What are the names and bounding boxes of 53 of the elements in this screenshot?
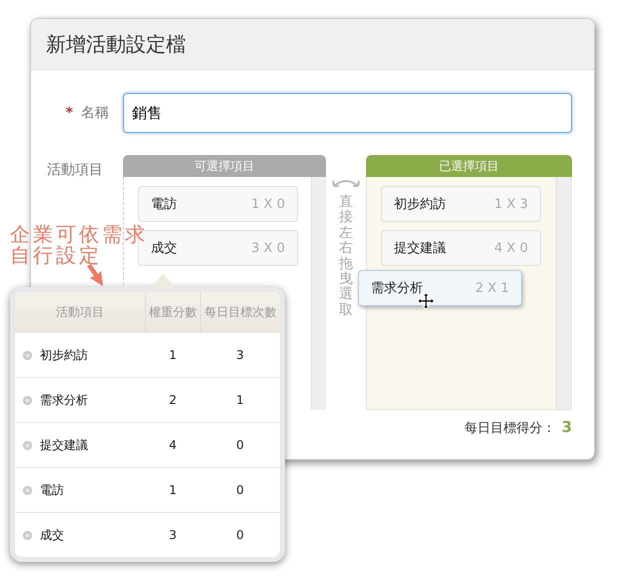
field-label: 名稱	[81, 104, 109, 122]
activity-score: 2 X 1	[475, 280, 509, 296]
table-cell: 1	[200, 378, 280, 422]
table-cell: 0	[200, 468, 280, 512]
activity-score: 3 X 0	[251, 240, 285, 256]
activity-name: 成交	[151, 240, 177, 257]
activity-name: 提交建議	[40, 438, 88, 452]
score-value: 3	[562, 418, 572, 436]
table-cell: 2	[146, 378, 200, 422]
dialog-title: 新增活動設定檔	[46, 30, 186, 58]
table-cell: 3	[200, 332, 280, 378]
column-header: 每日目標次數	[200, 292, 280, 332]
activity-score: 4 X 0	[494, 240, 528, 256]
table-cell: 0	[200, 512, 280, 557]
column-header: 活動項目	[15, 292, 146, 332]
table-cell: 1	[146, 468, 200, 512]
table-cell: 0	[200, 422, 280, 468]
field-label: 活動項目	[47, 162, 103, 178]
table-cell: 1	[146, 332, 200, 378]
down-arrow-icon	[86, 264, 106, 288]
column-header: 權重分數	[146, 292, 200, 332]
bullet-icon	[23, 530, 32, 540]
activity-name: 電訪	[40, 482, 64, 496]
bullet-icon	[23, 440, 32, 450]
panel-title: 可選擇項目	[194, 158, 254, 174]
activity-card[interactable]: 提交建議 4 X 0	[381, 230, 541, 266]
activity-score: 1 X 3	[494, 196, 528, 212]
activity-name: 初步約訪	[40, 348, 88, 362]
activity-name: 需求分析	[40, 392, 88, 406]
panel-title: 已選擇項目	[439, 158, 499, 174]
activity-name: 電訪	[151, 196, 177, 213]
name-input-field[interactable]: 銷售	[123, 93, 572, 133]
curved-arrow-icon	[331, 177, 361, 189]
activity-card[interactable]: 初步約訪 1 X 3	[381, 186, 541, 222]
activity-name: 需求分析	[371, 280, 423, 297]
annotation-text: 自行設定	[10, 245, 103, 266]
activity-name: 提交建議	[394, 240, 446, 257]
required-mark: *	[66, 105, 73, 121]
drag-hint: 直接左右拖曳選取	[339, 195, 353, 318]
score-label: 每日目標得分：	[464, 420, 556, 437]
scrollbar[interactable]	[311, 177, 326, 410]
table-cell: 3	[146, 512, 200, 557]
scrollbar[interactable]	[556, 177, 571, 409]
bullet-icon	[23, 350, 32, 360]
activity-name: 初步約訪	[394, 196, 446, 213]
bullet-icon	[23, 396, 32, 405]
move-cursor-icon	[417, 292, 435, 310]
activity-score: 1 X 0	[251, 196, 285, 212]
bullet-icon	[23, 486, 32, 495]
dragged-activity-card[interactable]: 需求分析 2 X 1	[358, 270, 522, 306]
table-cell: 4	[146, 422, 200, 468]
activity-name: 成交	[40, 528, 64, 542]
activity-card[interactable]: 電訪 1 X 0	[138, 186, 298, 222]
